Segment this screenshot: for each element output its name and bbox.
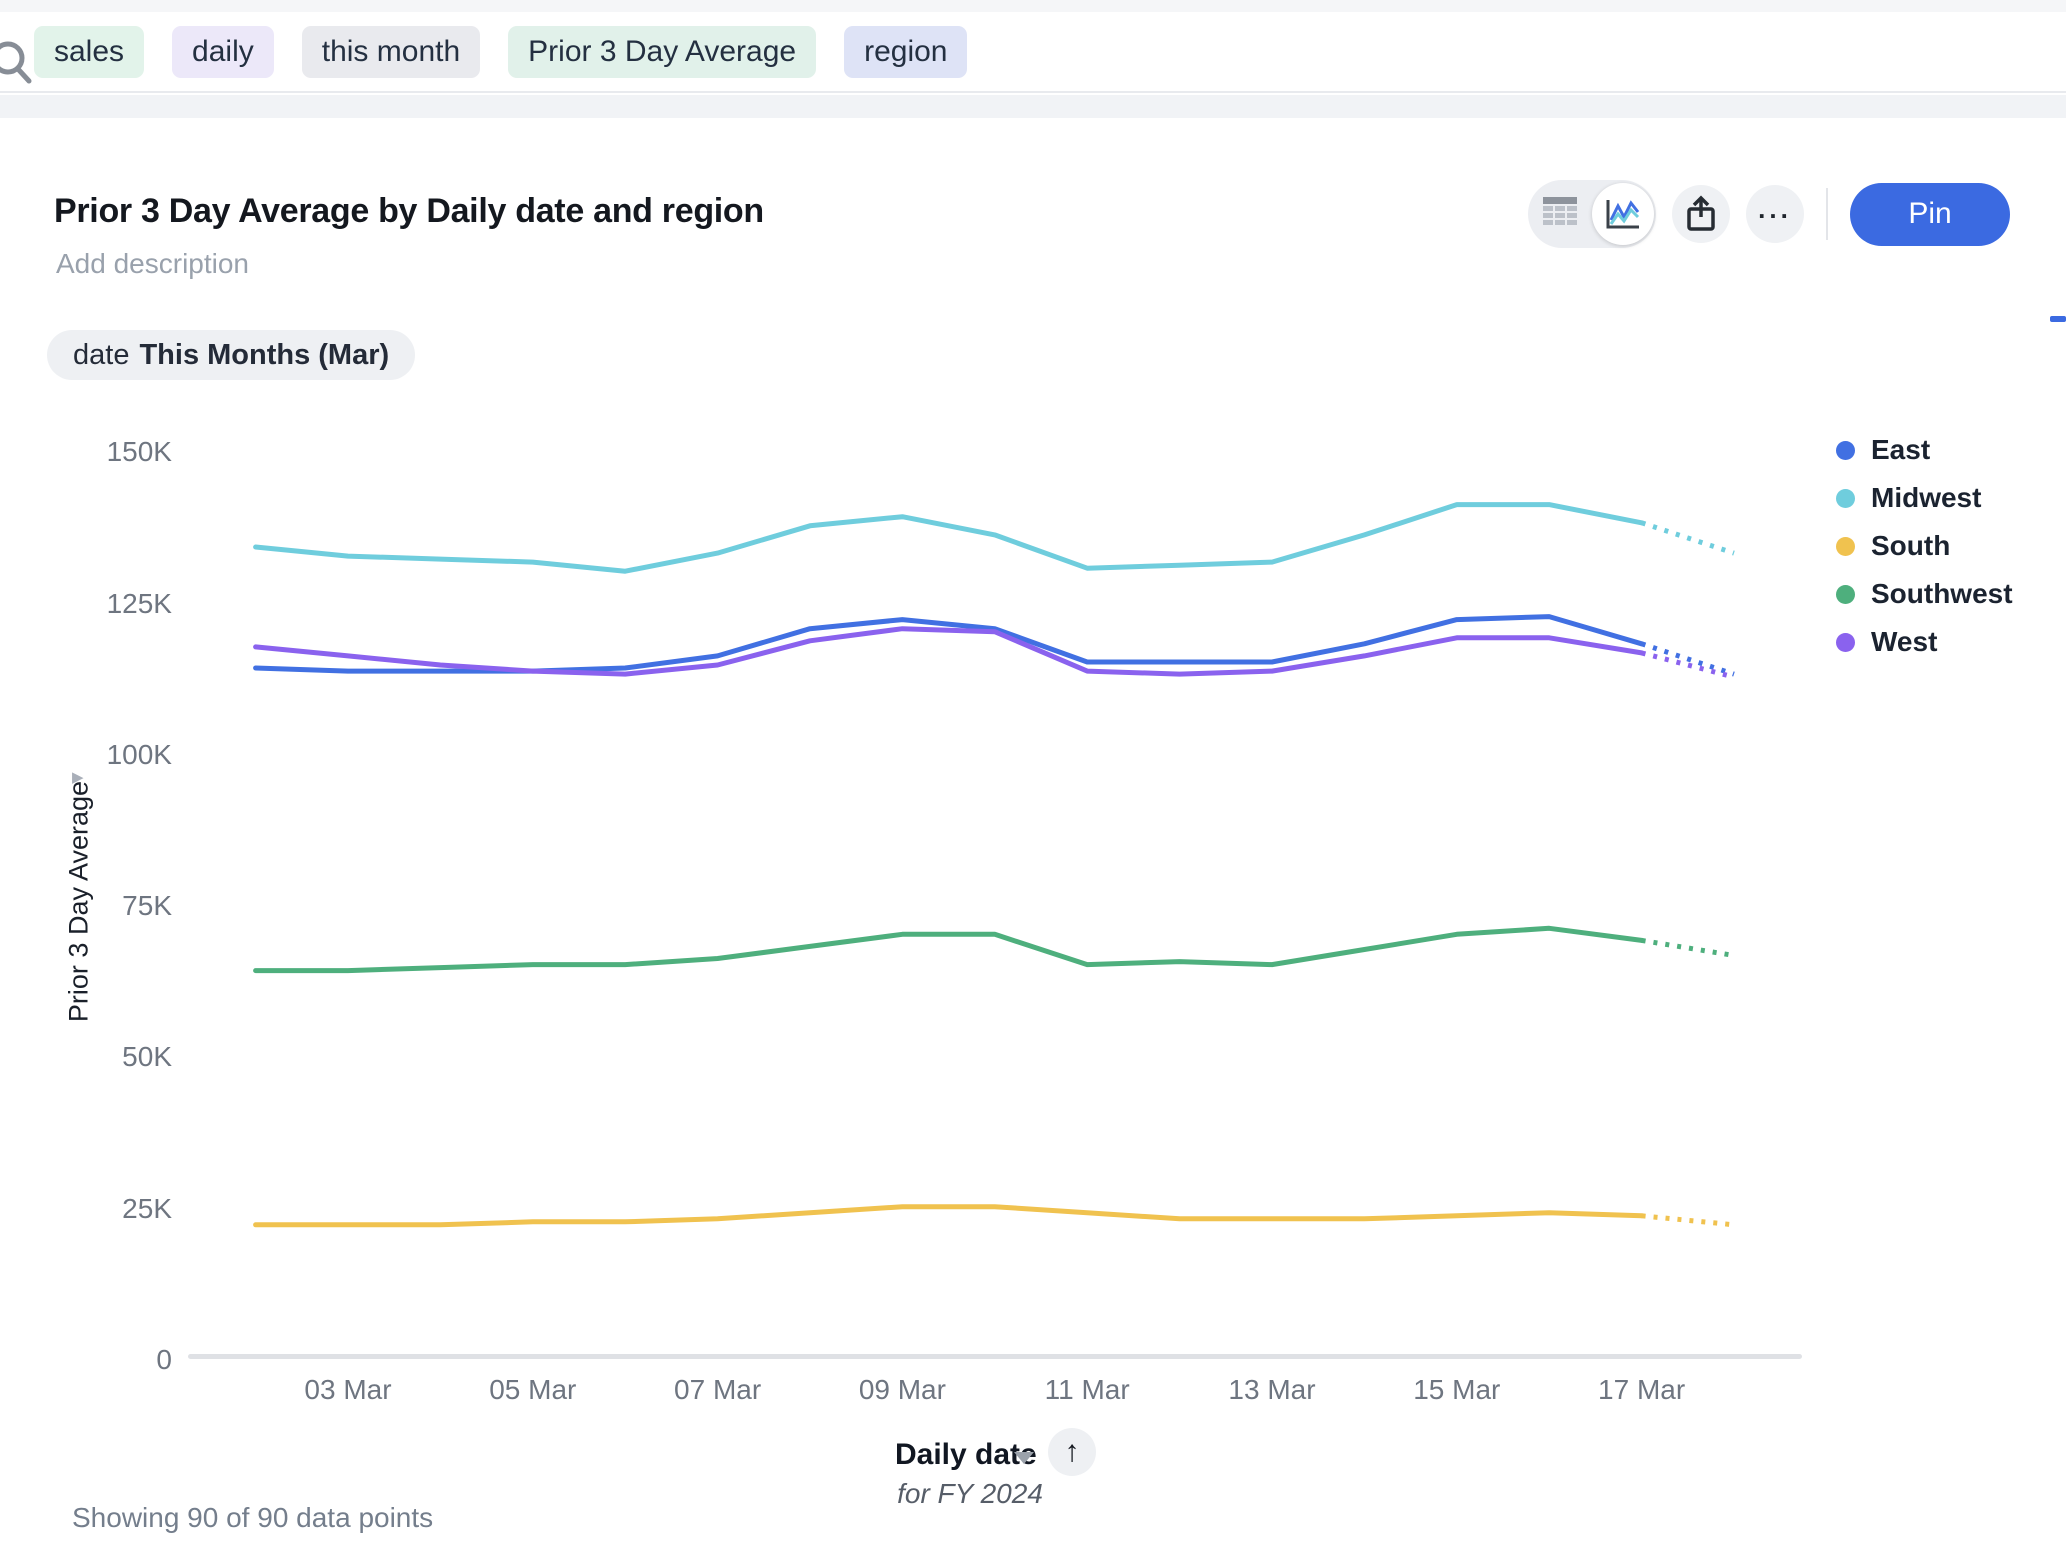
line-chart-icon (1603, 196, 1643, 232)
view-toggle[interactable] (1528, 180, 1656, 248)
legend-label: West (1871, 626, 1937, 658)
legend-label: Southwest (1871, 578, 2013, 610)
search-token-sales[interactable]: sales (34, 26, 144, 78)
date-filter-pill[interactable]: date This Months (Mar) (47, 330, 415, 380)
legend-dot-east (1836, 441, 1855, 460)
more-options-button[interactable]: ... (1746, 185, 1804, 243)
background-band (0, 95, 2066, 118)
x-axis-subtitle: for FY 2024 (820, 1478, 1120, 1510)
filter-value: This Months (Mar) (139, 339, 389, 372)
search-icon (0, 36, 36, 92)
filter-field-label: date (73, 339, 129, 372)
x-tick-label-09-mar: 09 Mar (837, 1374, 967, 1406)
y-axis-expand-icon[interactable]: ▶ (72, 768, 84, 786)
legend-item-west[interactable]: West (1836, 618, 2013, 666)
x-tick-label-13-mar: 13 Mar (1207, 1374, 1337, 1406)
chevron-down-icon[interactable] (1014, 1452, 1034, 1464)
y-tick-label-0: 0 (60, 1344, 172, 1376)
legend-label: Midwest (1871, 482, 1981, 514)
legend-dot-midwest (1836, 489, 1855, 508)
x-tick-label-07-mar: 07 Mar (653, 1374, 783, 1406)
arrow-up-icon: ↑ (1065, 1435, 1080, 1469)
legend-label: East (1871, 434, 1930, 466)
table-view-icon[interactable] (1542, 196, 1580, 233)
y-tick-label-125K: 125K (60, 588, 172, 620)
legend-item-south[interactable]: South (1836, 522, 2013, 570)
top-strip (0, 0, 2066, 12)
legend-dot-southwest (1836, 585, 1855, 604)
sort-direction-button[interactable]: ↑ (1048, 1428, 1096, 1476)
header-controls: ... Pin (1528, 180, 2010, 248)
add-description-button[interactable]: Add description (56, 248, 249, 280)
ellipsis-icon: ... (1758, 194, 1792, 235)
legend-item-midwest[interactable]: Midwest (1836, 474, 2013, 522)
x-tick-label-11-mar: 11 Mar (1022, 1374, 1152, 1406)
legend-dot-south (1836, 537, 1855, 556)
share-button[interactable] (1672, 185, 1730, 243)
page-title: Prior 3 Day Average by Daily date and re… (54, 192, 764, 231)
scroll-indicator (2050, 316, 2066, 322)
search-token-list: sales daily this month Prior 3 Day Average r… (34, 26, 967, 78)
divider (1826, 188, 1828, 240)
pin-button[interactable]: Pin (1850, 183, 2010, 246)
search-token-this-month[interactable]: this month (302, 26, 480, 78)
x-tick-label-03-mar: 03 Mar (283, 1374, 413, 1406)
x-tick-label-17-mar: 17 Mar (1577, 1374, 1707, 1406)
x-axis-line (188, 1354, 1802, 1359)
search-token-daily[interactable]: daily (172, 26, 274, 78)
chart-legend: East Midwest South Southwest West (1836, 426, 2013, 666)
chart-view-toggle-selected[interactable] (1592, 183, 1654, 245)
x-tick-label-15-mar: 15 Mar (1392, 1374, 1522, 1406)
search-bar[interactable]: sales daily this month Prior 3 Day Average r… (0, 12, 2066, 93)
search-token-prior-3-day-average[interactable]: Prior 3 Day Average (508, 26, 816, 78)
legend-item-east[interactable]: East (1836, 426, 2013, 474)
x-tick-label-05-mar: 05 Mar (468, 1374, 598, 1406)
y-tick-label-150K: 150K (60, 436, 172, 468)
legend-item-southwest[interactable]: Southwest (1836, 570, 2013, 618)
y-tick-label-25K: 25K (60, 1193, 172, 1225)
data-points-status: Showing 90 of 90 data points (72, 1502, 433, 1534)
legend-dot-west (1836, 633, 1855, 652)
legend-label: South (1871, 530, 1950, 562)
search-token-region[interactable]: region (844, 26, 967, 78)
share-icon (1685, 195, 1717, 233)
y-axis-title: Prior 3 Day Average (64, 752, 95, 1052)
